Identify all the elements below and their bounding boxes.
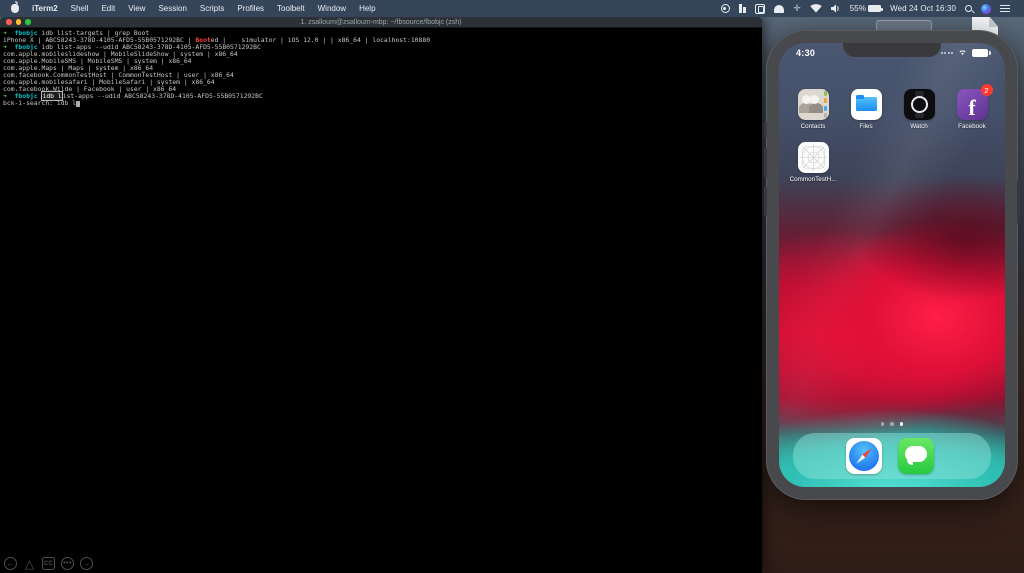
- menu-item-scripts[interactable]: Scripts: [200, 4, 224, 13]
- app-label: Files: [859, 123, 872, 130]
- app-contacts[interactable]: Contacts: [790, 89, 836, 130]
- app-watch[interactable]: Watch: [896, 89, 942, 130]
- terminal-line: ➜ fbobjc idb list-apps --udid ABC58243-3…: [3, 93, 762, 100]
- app-label: Watch: [910, 123, 928, 130]
- ios-status-icons: [941, 48, 989, 58]
- app-label: Facebook: [958, 123, 986, 130]
- app-label: CommonTestH...: [790, 176, 837, 183]
- volume-down-button: [764, 186, 767, 216]
- ios-dock: [793, 433, 991, 479]
- terminal-title-bar[interactable]: 1. zsalloum@zsalloum-mbp: ~/fbsource/fbo…: [0, 17, 762, 28]
- volume-up-button: [764, 148, 767, 178]
- app-files[interactable]: Files: [843, 89, 889, 130]
- mute-switch: [764, 122, 767, 138]
- menu-item-iterm2[interactable]: iTerm2: [32, 4, 58, 13]
- ios-clock: 4:30: [796, 48, 815, 58]
- menu-item-profiles[interactable]: Profiles: [237, 4, 264, 13]
- ios-status-bar: 4:30: [779, 48, 1005, 58]
- siri-icon[interactable]: [981, 4, 991, 14]
- default-app-icon: [798, 142, 829, 173]
- notification-center-icon[interactable]: [1000, 5, 1010, 12]
- ios-wifi-icon: [957, 49, 968, 57]
- more-options-icon[interactable]: •••: [61, 557, 74, 570]
- desktop: iTerm2 Shell Edit View Session Scripts Profil…: [0, 0, 1024, 573]
- stats-icon[interactable]: [739, 4, 747, 13]
- menu-item-edit[interactable]: Edit: [101, 4, 115, 13]
- terminal-output[interactable]: ➜ fbobjc idb list-targets | grep BootiPh…: [0, 28, 762, 107]
- menu-item-session[interactable]: Session: [158, 4, 186, 13]
- messages-icon[interactable]: [898, 438, 934, 474]
- device-icon[interactable]: [755, 4, 765, 14]
- menu-item-help[interactable]: Help: [359, 4, 375, 13]
- menu-bar-clock[interactable]: Wed 24 Oct 16:30: [890, 4, 956, 13]
- menu-bar-left: iTerm2 Shell Edit View Session Scripts Profil…: [0, 4, 376, 13]
- battery-indicator[interactable]: 55%: [850, 4, 881, 13]
- menu-items: Shell Edit View Session Scripts Profiles Toolb…: [71, 4, 376, 13]
- app-facebook[interactable]: f 2 Facebook: [949, 89, 995, 130]
- iphone-simulator: 4:30 Contacts Files: [766, 30, 1018, 500]
- menu-item-view[interactable]: View: [128, 4, 145, 13]
- files-icon: [851, 89, 882, 120]
- terminal-cursor: [76, 101, 80, 107]
- safari-icon[interactable]: [846, 438, 882, 474]
- facebook-icon: f 2: [957, 89, 988, 120]
- app-label: Contacts: [801, 123, 826, 130]
- menu-bar: iTerm2 Shell Edit View Session Scripts Profil…: [0, 0, 1024, 17]
- input-source-icon[interactable]: ✛: [793, 4, 801, 13]
- ios-battery-icon: [972, 49, 988, 57]
- menu-item-window[interactable]: Window: [318, 4, 346, 13]
- watch-icon: [904, 89, 935, 120]
- apple-menu-icon[interactable]: [11, 4, 19, 13]
- app-commontesthost[interactable]: CommonTestH...: [790, 142, 836, 183]
- spotlight-icon[interactable]: [965, 5, 972, 12]
- warning-icon[interactable]: △: [23, 557, 36, 570]
- page-dots: [779, 422, 1005, 426]
- bell-icon[interactable]: [774, 5, 784, 13]
- closed-captions-icon[interactable]: CC: [42, 557, 55, 570]
- screen-record-icon[interactable]: [721, 4, 730, 13]
- contacts-icon: [798, 89, 829, 120]
- battery-icon: [868, 5, 881, 12]
- terminal-text-segment: bck-i-search: idb l: [3, 99, 76, 107]
- simulator-screen[interactable]: 4:30 Contacts Files: [779, 43, 1005, 487]
- battery-percent: 55%: [850, 4, 866, 13]
- iterm2-window: 1. zsalloum@zsalloum-mbp: ~/fbsource/fbo…: [0, 17, 762, 573]
- cellular-signal-icon: [941, 52, 954, 54]
- player-controls: ← △ CC ••• →: [4, 557, 93, 570]
- previous-icon[interactable]: ←: [4, 557, 17, 570]
- terminal-line: bck-i-search: idb l: [3, 100, 762, 107]
- menu-item-shell[interactable]: Shell: [71, 4, 89, 13]
- wifi-icon[interactable]: [810, 4, 822, 13]
- menu-item-toolbelt[interactable]: Toolbelt: [277, 4, 305, 13]
- volume-icon[interactable]: [831, 4, 841, 13]
- next-icon[interactable]: →: [80, 557, 93, 570]
- notification-badge: 2: [981, 84, 993, 96]
- power-button: [1017, 180, 1020, 224]
- terminal-title: 1. zsalloum@zsalloum-mbp: ~/fbsource/fbo…: [0, 17, 762, 28]
- menu-bar-status: ✛ 55% Wed 24 Oct 16:30: [721, 4, 1024, 14]
- terminal-text-segment: ist-apps --udid ABC58243-378D-4105-AFD5-…: [63, 92, 263, 100]
